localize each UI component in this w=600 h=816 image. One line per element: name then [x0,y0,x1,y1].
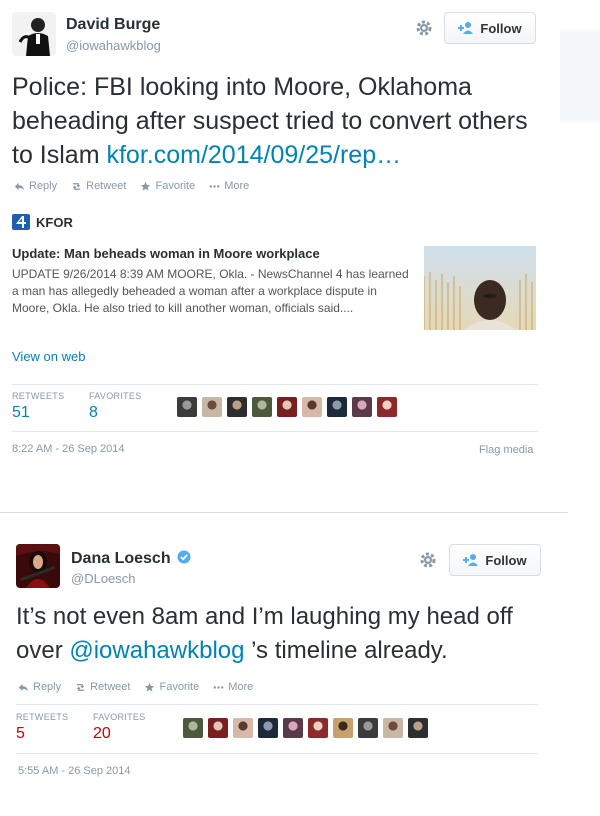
tweet-link[interactable]: kfor.com/2014/09/25/rep… [106,141,401,169]
card-title[interactable]: Update: Man beheads woman in Moore workp… [12,246,320,261]
mention-link[interactable]: @iowahawkblog [69,637,244,664]
favoriter-avatar[interactable] [408,718,428,738]
follow-button[interactable]: Follow [444,12,536,44]
favoriter-avatar[interactable] [258,718,278,738]
retweet-action[interactable]: Retweet [71,180,126,192]
favoriter-avatar[interactable] [308,718,328,738]
card-description: UPDATE 9/26/2014 8:39 AM MOORE, Okla. - … [12,267,409,315]
display-name[interactable]: Dana Loesch [71,550,191,568]
favoriter-avatars [183,718,428,738]
follow-label: Follow [485,552,527,568]
timestamp[interactable]: 8:22 AM - 26 Sep 2014 [12,443,125,455]
gear-icon[interactable] [417,549,439,571]
favoriter-avatar[interactable] [202,397,222,417]
favoriter-avatar[interactable] [252,397,272,417]
retweets-label: RETWEETS [12,391,65,401]
favorites-label: FAVORITES [89,391,142,401]
card-thumbnail[interactable] [423,246,536,330]
favorites-label: FAVORITES [93,712,146,722]
favoriter-avatar[interactable] [302,397,322,417]
favorite-action[interactable]: Favorite [144,681,199,693]
favoriter-avatar[interactable] [383,718,403,738]
favoriter-avatar[interactable] [233,718,253,738]
tweet-text: Police: FBI looking into Moore, Oklahoma… [12,73,528,169]
reply-action[interactable]: Reply [14,180,57,192]
card-brand[interactable]: KFOR [12,214,73,230]
divider [16,753,538,754]
favorites-count[interactable]: 8 [89,404,98,422]
follow-label: Follow [480,20,522,36]
reply-action[interactable]: Reply [18,681,61,693]
more-dots-icon [209,184,220,188]
favorite-action[interactable]: Favorite [140,180,195,192]
tweet-separator [0,512,568,513]
gear-icon[interactable] [413,17,435,39]
favoriter-avatar[interactable] [358,718,378,738]
retweets-count[interactable]: 5 [16,725,25,743]
screen-name[interactable]: @DLoesch [71,571,136,586]
tweet-actions: Reply Retweet Favorite More [18,681,253,693]
favoriter-avatar[interactable] [352,397,372,417]
favoriter-avatar[interactable] [377,397,397,417]
avatar[interactable] [12,12,56,56]
retweet-action[interactable]: Retweet [75,681,130,693]
favorites-count[interactable]: 20 [93,725,111,743]
avatar[interactable] [16,544,60,588]
screen-name[interactable]: @iowahawkblog [66,38,161,53]
divider [16,704,538,705]
retweet-icon [76,683,85,691]
tweet-david-burge: David Burge @iowahawkblog Follow Police:… [0,0,600,500]
timestamp[interactable]: 5:55 AM - 26 Sep 2014 [18,765,131,777]
more-action[interactable]: More [213,681,253,693]
display-name[interactable]: David Burge [66,16,160,34]
more-dots-icon [213,685,224,689]
tweet-text: It’s not even 8am and I’m laughing my he… [16,603,513,664]
star-icon [141,181,151,191]
favoriter-avatar[interactable] [208,718,228,738]
favoriter-avatar[interactable] [227,397,247,417]
retweet-icon [72,182,81,190]
favoriter-avatar[interactable] [177,397,197,417]
tweet-actions: Reply Retweet Favorite More [14,180,249,192]
tweet-dana-loesch: Dana Loesch @DLoesch Follow It’s not eve… [0,520,600,816]
flag-media-link[interactable]: Flag media [479,444,533,456]
card-brand-name: KFOR [36,214,73,230]
favoriter-avatar[interactable] [283,718,303,738]
more-action[interactable]: More [209,180,249,192]
star-icon [145,682,155,692]
kfor-logo-icon [12,214,30,230]
retweets-count[interactable]: 51 [12,404,30,422]
favoriter-avatar[interactable] [183,718,203,738]
follow-user-icon [458,22,474,34]
favoriter-avatars [177,397,397,417]
favoriter-avatar[interactable] [327,397,347,417]
favoriter-avatar[interactable] [277,397,297,417]
retweets-label: RETWEETS [16,712,69,722]
view-on-web-link[interactable]: View on web [12,349,85,364]
favoriter-avatar[interactable] [333,718,353,738]
reply-icon [18,683,29,691]
divider [12,431,538,432]
follow-button[interactable]: Follow [449,544,541,576]
verified-badge-icon [177,550,191,564]
divider [12,384,538,385]
reply-icon [14,182,25,190]
follow-user-icon [463,554,479,566]
